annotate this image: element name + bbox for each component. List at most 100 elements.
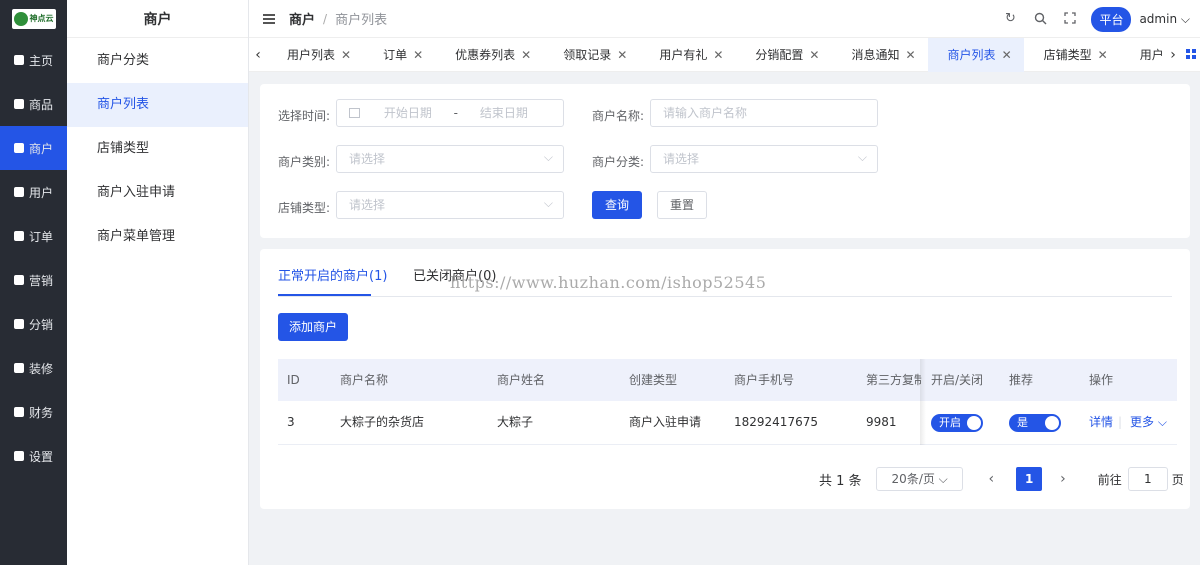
tab-7[interactable]: 商户列表 ✕ bbox=[927, 37, 1024, 72]
tab-9[interactable]: 用户标签 bbox=[1120, 38, 1164, 72]
tabs-divider bbox=[278, 296, 1172, 297]
nav-item-6[interactable]: 分销 bbox=[0, 302, 67, 346]
store-type-select[interactable]: 请选择 bbox=[336, 190, 564, 219]
time-label: 选择时间: bbox=[278, 109, 331, 123]
header-copy-count: 第三方复制次 bbox=[866, 373, 922, 387]
nav-item-4[interactable]: 订单 bbox=[0, 214, 67, 258]
cell-id: 3 bbox=[287, 415, 295, 429]
merchant-type-select[interactable]: 请选择 bbox=[336, 144, 564, 173]
close-icon[interactable]: ✕ bbox=[1098, 48, 1108, 62]
nav-item-7[interactable]: 装修 bbox=[0, 346, 67, 390]
next-page-icon[interactable]: › bbox=[1060, 471, 1066, 487]
nav-item-2[interactable]: 商户 bbox=[0, 126, 67, 170]
cell-phone: 18292417675 bbox=[734, 415, 818, 429]
tabs-grid-icon[interactable] bbox=[1182, 47, 1200, 63]
home-icon bbox=[13, 363, 24, 373]
nav-item-3[interactable]: 用户 bbox=[0, 170, 67, 214]
submenu-item-category[interactable]: 商户分类 bbox=[67, 39, 248, 83]
merchant-category-select[interactable]: 请选择 bbox=[650, 144, 878, 173]
user-menu[interactable]: admin ⌵ bbox=[1139, 12, 1190, 27]
end-date-placeholder: 结束日期 bbox=[479, 106, 528, 120]
tab-5[interactable]: 分销配置 ✕ bbox=[735, 38, 831, 72]
fullscreen-icon[interactable] bbox=[1063, 12, 1077, 26]
close-icon[interactable]: ✕ bbox=[617, 48, 627, 62]
table-row: 3 大粽子的杂货店 大粽子 商户入驻申请 18292417675 9981 开启… bbox=[278, 401, 1177, 445]
cell-create-type: 商户入驻申请 bbox=[629, 415, 702, 429]
prev-page-icon[interactable]: ‹ bbox=[989, 471, 995, 487]
order-icon bbox=[13, 231, 24, 241]
calendar-icon bbox=[349, 108, 360, 118]
reset-button[interactable]: 重置 bbox=[657, 191, 707, 219]
logo-icon bbox=[13, 12, 28, 26]
submenu-item-apply[interactable]: 商户入驻申请 bbox=[67, 171, 248, 215]
header-open-close: 开启/关闭 bbox=[931, 373, 984, 387]
tab-2[interactable]: 优惠券列表 ✕ bbox=[435, 38, 543, 72]
nav-label: 主页 bbox=[28, 53, 53, 68]
goto-input[interactable]: 1 bbox=[1127, 467, 1168, 491]
submenu-item-list[interactable]: 商户列表 bbox=[67, 83, 248, 127]
page-unit-label: 页 bbox=[1171, 472, 1184, 487]
tab-6[interactable]: 消息通知 ✕ bbox=[831, 38, 927, 72]
header-person-name: 商户姓名 bbox=[497, 373, 546, 387]
nav-label: 商品 bbox=[28, 97, 53, 112]
date-range-picker[interactable]: 开始日期 - 结束日期 bbox=[336, 99, 564, 127]
tab-label: 用户列表 bbox=[287, 47, 336, 62]
user-name: admin bbox=[1139, 11, 1178, 26]
header-id: ID bbox=[287, 373, 300, 387]
close-icon[interactable]: ✕ bbox=[905, 48, 915, 62]
close-icon[interactable]: ✕ bbox=[521, 48, 531, 62]
merchant-name-input[interactable]: 请输入商户名称 bbox=[650, 99, 878, 127]
store-icon bbox=[13, 143, 24, 153]
submenu-item-menu[interactable]: 商户菜单管理 bbox=[67, 215, 248, 259]
tabs-scroll-right-icon[interactable]: › bbox=[1164, 47, 1182, 63]
nav-item-8[interactable]: 财务 bbox=[0, 390, 67, 434]
tab-label: 用户有礼 bbox=[659, 47, 708, 62]
store-type-label: 店铺类型: bbox=[278, 201, 331, 215]
menu-toggle-icon[interactable] bbox=[263, 13, 275, 24]
close-icon[interactable]: ✕ bbox=[413, 48, 423, 62]
tab-0[interactable]: 用户列表 ✕ bbox=[267, 38, 363, 72]
tab-open-merchants[interactable]: 正常开启的商户(1) bbox=[278, 265, 387, 284]
recommend-toggle[interactable]: 是 bbox=[1009, 414, 1061, 432]
platform-button[interactable]: 平台 bbox=[1091, 6, 1132, 32]
close-icon[interactable]: ✕ bbox=[809, 48, 819, 62]
header-merchant-name: 商户名称 bbox=[340, 373, 389, 387]
breadcrumb-separator: / bbox=[323, 11, 328, 26]
add-merchant-button[interactable]: 添加商户 bbox=[278, 313, 348, 341]
open-toggle[interactable]: 开启 bbox=[931, 414, 983, 432]
watermark-text: https://www.huzhan.com/ishop52545 bbox=[450, 273, 767, 292]
tab-8[interactable]: 店铺类型 ✕ bbox=[1024, 38, 1120, 72]
sub-menu: 商户 商户分类 商户列表 店铺类型 商户入驻申请 商户菜单管理 bbox=[67, 0, 249, 565]
detail-link[interactable]: 详情 bbox=[1089, 401, 1113, 443]
breadcrumb-current: 商户列表 bbox=[335, 13, 388, 28]
page-size-select[interactable]: 20条/页 ⌵ bbox=[875, 467, 963, 491]
header-create-type: 创建类型 bbox=[629, 373, 678, 387]
nav-item-0[interactable]: 主页 bbox=[0, 38, 67, 82]
nav-label: 设置 bbox=[28, 449, 53, 464]
cell-copy-count: 9981 bbox=[866, 415, 897, 429]
close-icon[interactable]: ✕ bbox=[1002, 48, 1012, 62]
tab-3[interactable]: 领取记录 ✕ bbox=[543, 38, 639, 72]
page-number-current[interactable]: 1 bbox=[1016, 467, 1043, 491]
tab-4[interactable]: 用户有礼 ✕ bbox=[639, 38, 735, 72]
refresh-icon[interactable]: ↻ bbox=[1003, 12, 1017, 26]
close-icon[interactable]: ✕ bbox=[341, 48, 351, 62]
pagination: 共 1 条 20条/页 ⌵ ‹ 1 › 前往 1 页 bbox=[819, 466, 1184, 492]
nav-item-5[interactable]: 营销 bbox=[0, 258, 67, 302]
close-icon[interactable]: ✕ bbox=[713, 48, 723, 62]
nav-item-1[interactable]: 商品 bbox=[0, 82, 67, 126]
submenu-item-store-type[interactable]: 店铺类型 bbox=[67, 127, 248, 171]
more-dropdown[interactable]: 更多 ⌵ bbox=[1130, 401, 1167, 443]
query-button[interactable]: 查询 bbox=[592, 191, 642, 219]
tab-1[interactable]: 订单 ✕ bbox=[363, 38, 435, 72]
search-icon[interactable] bbox=[1033, 12, 1047, 26]
tab-label: 订单 bbox=[383, 47, 408, 62]
nav-item-9[interactable]: 设置 bbox=[0, 434, 67, 478]
tab-label: 用户标签 bbox=[1139, 47, 1164, 62]
tab-label: 消息通知 bbox=[851, 47, 900, 62]
tab-label: 分销配置 bbox=[755, 47, 804, 62]
tabs-scroll-left-icon[interactable]: ‹ bbox=[249, 47, 267, 63]
tab-label: 优惠券列表 bbox=[455, 47, 516, 62]
nav-label: 用户 bbox=[28, 185, 53, 200]
header-actions: 操作 bbox=[1089, 373, 1114, 387]
